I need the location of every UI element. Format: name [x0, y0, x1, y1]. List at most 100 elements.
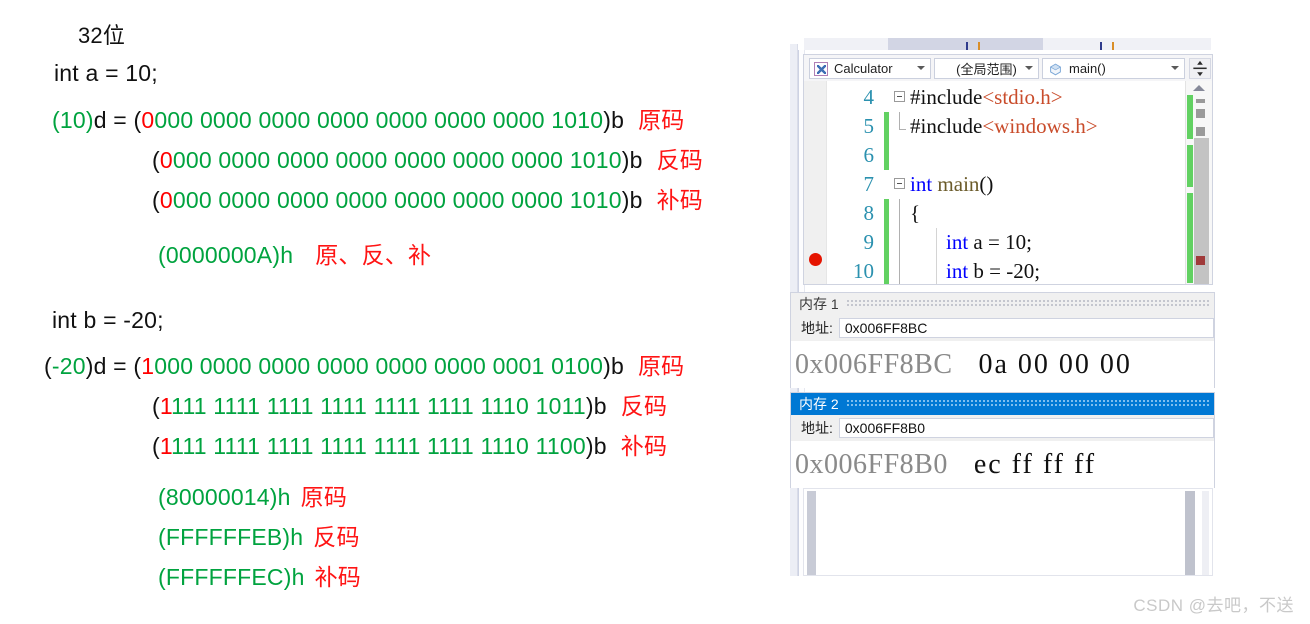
right-scroll-thumb[interactable]	[1185, 491, 1195, 575]
code-editor[interactable]: 4 #include<stdio.h> 5 #include<windows.h…	[803, 81, 1213, 285]
code-text: #include<stdio.h>	[910, 85, 1063, 109]
bin-suffix: )b	[621, 147, 643, 173]
code-label: 补码	[620, 433, 668, 459]
code-text: int b = -20;	[946, 259, 1041, 283]
memory-2-address-label: 地址:	[801, 420, 833, 436]
left-scroll-bar[interactable]	[807, 491, 816, 575]
line-number: 4	[863, 85, 875, 109]
code-text: int a = 10;	[946, 230, 1032, 254]
split-view-button[interactable]	[1189, 58, 1211, 79]
memory-1-address-input[interactable]: 0x006FF8BC	[838, 318, 1214, 338]
change-track-marker	[1187, 145, 1193, 187]
tab-modified-marker-icon	[966, 42, 968, 50]
bin-suffix: )b	[603, 107, 625, 133]
bin-suffix: )b	[585, 393, 607, 419]
change-indicator	[884, 257, 889, 284]
memory-2-row-bytes: ec ff ff ff	[973, 448, 1097, 480]
hex-label: 补码	[314, 564, 361, 590]
class-dropdown-label: Calculator	[834, 61, 893, 76]
breakpoint-icon[interactable]	[809, 253, 822, 266]
watermark: CSDN @去吧，不送	[1133, 596, 1294, 615]
outline-bracket	[899, 257, 900, 284]
code-line: 5 #include<windows.h>	[826, 112, 1186, 141]
hex-value: (FFFFFFEB)	[158, 524, 291, 550]
code-line: 8 {	[826, 199, 1186, 228]
code-line: 10 int b = -20;	[826, 257, 1186, 284]
breakpoint-gutter[interactable]	[804, 81, 827, 284]
memory-2-title-bar[interactable]: 内存 2	[791, 393, 1214, 415]
code-line: 9 int a = 10;	[826, 228, 1186, 257]
hex-label: 反码	[313, 524, 360, 550]
visual-studio-panel: Calculator (全局范围) main() 4 #include<stdi…	[790, 36, 1215, 576]
method-icon	[1049, 63, 1062, 76]
hex-line-b-ones: (FFFFFFEB)h 反码	[158, 518, 360, 552]
tab-ghost-3[interactable]	[1043, 38, 1211, 50]
scroll-up-arrow-icon[interactable]	[1193, 85, 1205, 91]
code-label: 原码	[637, 353, 685, 379]
hex-line-a: (0000000A)h 原、反、补	[158, 236, 431, 270]
bits: 000 0000 0000 0000 0000 0000 0000 1010	[172, 147, 622, 173]
memory-2-address-input[interactable]: 0x006FF8B0	[838, 418, 1214, 438]
line-number: 8	[863, 201, 875, 225]
code-label: 反码	[620, 393, 668, 419]
hex-label: 原码	[300, 484, 348, 510]
bin-suffix: )b	[621, 187, 643, 213]
editor-vertical-scrollbar[interactable]	[1185, 81, 1212, 284]
outline-bracket	[899, 228, 900, 257]
sign-bit: 0	[159, 187, 173, 213]
code-text: int main()	[910, 172, 994, 196]
collapse-toggle-icon[interactable]	[894, 178, 905, 189]
tab-modified-marker-icon	[1100, 42, 1102, 50]
dec-suffix: (	[152, 147, 160, 173]
scroll-marker	[1196, 127, 1205, 136]
bin-suffix: )b	[603, 353, 624, 379]
chevron-down-icon	[1025, 66, 1033, 70]
class-dropdown[interactable]: Calculator	[809, 58, 931, 79]
sign-bit: 0	[141, 107, 155, 133]
scope-dropdown-label: (全局范围)	[956, 62, 1017, 77]
memory-1-title-bar[interactable]: 内存 1	[791, 293, 1214, 315]
tab-ghost-2[interactable]	[888, 38, 1043, 50]
memory-1-row-bytes: 0a 00 00 00	[978, 348, 1132, 380]
editor-tab-strip	[790, 36, 1215, 50]
right-scroll-track[interactable]	[1202, 491, 1209, 575]
bits: 000 0000 0000 0000 0000 0000 0000 1010	[172, 187, 622, 213]
code-lines: 4 #include<stdio.h> 5 #include<windows.h…	[826, 83, 1186, 284]
tab-pin-marker-icon	[1112, 42, 1114, 50]
binary-line-a-original: (10)d = (0000 0000 0000 0000 0000 0000 0…	[52, 101, 685, 135]
scroll-marker	[1196, 109, 1205, 118]
function-dropdown[interactable]: main()	[1042, 58, 1185, 79]
decl-b: int b = -20;	[52, 307, 164, 334]
drag-grip-icon[interactable]	[846, 400, 1210, 408]
bits: 000 0000 0000 0000 0000 0000 0000 1010	[154, 107, 604, 133]
hex-suffix: h	[291, 564, 305, 590]
drag-grip-icon[interactable]	[846, 300, 1210, 308]
memory-1-address-row: 地址: 0x006FF8BC	[791, 315, 1214, 341]
hex-value: (FFFFFFEC)	[158, 564, 292, 590]
code-text: {	[910, 201, 921, 225]
binary-line-a-twos: (0000 0000 0000 0000 0000 0000 0000 1010…	[152, 181, 703, 215]
code-line: 6	[826, 141, 1186, 170]
memory-1-address-value: 0x006FF8BC	[844, 320, 928, 336]
tab-ghost-1[interactable]	[804, 38, 888, 50]
memory-2-row-address: 0x006FF8B0	[795, 448, 948, 480]
code-label: 原码	[638, 107, 685, 133]
scope-dropdown[interactable]: (全局范围)	[934, 58, 1039, 79]
sign-bit: 1	[159, 433, 172, 459]
memory-2-dump-row: 0x006FF8B0 ec ff ff ff	[791, 441, 1214, 488]
sign-bit: 0	[159, 147, 173, 173]
collapse-toggle-icon[interactable]	[894, 91, 905, 102]
binary-line-b-twos: (1111 1111 1111 1111 1111 1111 1110 1100…	[152, 427, 667, 461]
dec-suffix: (	[152, 393, 160, 419]
memory-window-2[interactable]: 内存 2 地址: 0x006FF8B0 0x006FF8B0 ec ff ff …	[790, 392, 1215, 488]
chevron-down-icon	[917, 66, 925, 70]
memory-window-1[interactable]: 内存 1 地址: 0x006FF8BC 0x006FF8BC 0a 00 00 …	[790, 292, 1215, 388]
class-icon	[814, 62, 828, 76]
hex-suffix: h	[277, 484, 291, 510]
memory-1-title: 内存 1	[799, 296, 839, 312]
change-track-marker	[1187, 193, 1193, 283]
bits: 000 0000 0000 0000 0000 0000 0001 0100	[154, 353, 604, 379]
line-number: 7	[863, 172, 875, 196]
sign-bit: 1	[159, 393, 172, 419]
line-number: 9	[863, 230, 875, 254]
